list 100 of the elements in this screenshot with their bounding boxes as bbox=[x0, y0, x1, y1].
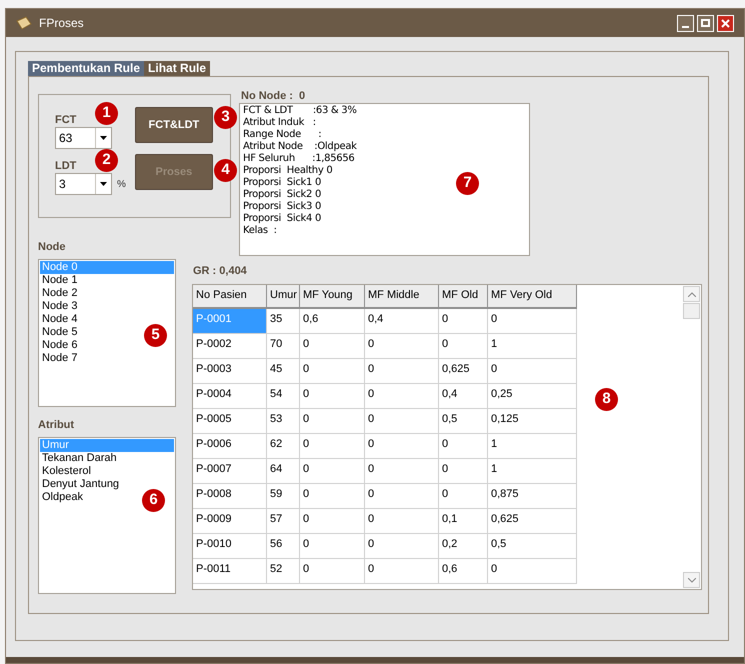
table-cell: P-0009 bbox=[193, 509, 267, 534]
table-cell: P-0005 bbox=[193, 409, 267, 434]
minimize-button[interactable] bbox=[677, 14, 694, 32]
table-cell: 0,4 bbox=[365, 309, 439, 334]
list-item[interactable]: Tekanan Darah bbox=[40, 452, 119, 465]
table-cell: 0 bbox=[300, 434, 365, 459]
table-cell: 62 bbox=[267, 434, 300, 459]
table-cell: 0,2 bbox=[439, 534, 488, 559]
table-cell: 70 bbox=[267, 334, 300, 359]
table-cell: 0,875 bbox=[488, 484, 577, 509]
table-cell: 0 bbox=[300, 409, 365, 434]
table-cell: 0 bbox=[300, 484, 365, 509]
table-cell: P-0001 bbox=[193, 309, 267, 334]
fct-label: FCT bbox=[55, 113, 76, 127]
table-cell: 54 bbox=[267, 384, 300, 409]
list-item[interactable]: Node 2 bbox=[40, 287, 80, 300]
table-cell: 0 bbox=[365, 409, 439, 434]
info-line: Atribut Node :Oldpeak bbox=[243, 141, 357, 153]
table-cell: 0 bbox=[439, 434, 488, 459]
scrollbar[interactable] bbox=[683, 285, 700, 589]
table-cell: 57 bbox=[267, 509, 300, 534]
node-label: Node bbox=[38, 240, 66, 254]
window-title: FProses bbox=[39, 15, 84, 32]
list-item[interactable]: Node 6 bbox=[40, 339, 80, 352]
list-item[interactable]: Node 5 bbox=[40, 326, 80, 339]
table-cell: 0 bbox=[300, 559, 365, 584]
table-cell: P-0006 bbox=[193, 434, 267, 459]
table-cell: P-0010 bbox=[193, 534, 267, 559]
table-cell: 0 bbox=[365, 559, 439, 584]
table-cell: 0 bbox=[365, 509, 439, 534]
table-cell: 0 bbox=[439, 309, 488, 334]
list-item[interactable]: Kolesterol bbox=[40, 465, 93, 478]
list-item[interactable]: Node 7 bbox=[40, 352, 80, 365]
maximize-button[interactable] bbox=[697, 14, 714, 32]
table-cell: P-0008 bbox=[193, 484, 267, 509]
scroll-thumb[interactable] bbox=[683, 303, 700, 319]
table-cell: 0 bbox=[488, 309, 577, 334]
action-button[interactable]: FCT&LDT bbox=[134, 107, 213, 143]
table-cell: 0,125 bbox=[488, 409, 577, 434]
list-item[interactable]: Oldpeak bbox=[40, 491, 85, 504]
table-cell: P-0002 bbox=[193, 334, 267, 359]
info-line: Kelas : bbox=[243, 225, 277, 237]
combo-box[interactable]: 63 bbox=[55, 127, 112, 149]
scroll-icon bbox=[16, 16, 32, 30]
attribute-label: Atribut bbox=[38, 418, 74, 432]
info-line: FCT & LDT :63 & 3% bbox=[243, 105, 357, 117]
column-header[interactable]: MF Middle bbox=[365, 285, 439, 309]
table-cell: 0,6 bbox=[300, 309, 365, 334]
table-cell: 0 bbox=[365, 334, 439, 359]
gr-label: GR : 0,404 bbox=[192, 264, 247, 278]
info-line: Proporsi Sick4 0 bbox=[243, 213, 322, 225]
combo-box[interactable]: 3 bbox=[55, 173, 112, 195]
column-header[interactable]: MF Young bbox=[300, 285, 365, 309]
table-cell: 0 bbox=[488, 559, 577, 584]
list-item[interactable]: Node 3 bbox=[40, 300, 80, 313]
column-header[interactable]: MF Very Old bbox=[488, 285, 577, 309]
table-cell: 0 bbox=[439, 484, 488, 509]
info-line: Proporsi Sick3 0 bbox=[243, 201, 322, 213]
table-cell: 0 bbox=[365, 434, 439, 459]
table-cell: 0 bbox=[300, 509, 365, 534]
close-icon bbox=[721, 18, 730, 28]
column-header[interactable]: MF Old bbox=[439, 285, 488, 309]
column-header[interactable]: No Pasien bbox=[193, 285, 267, 309]
tab[interactable]: Lihat Rule bbox=[144, 61, 210, 76]
table-cell: 0,1 bbox=[439, 509, 488, 534]
table-cell: P-0007 bbox=[193, 459, 267, 484]
table-cell: 0,4 bbox=[439, 384, 488, 409]
tab[interactable]: Pembentukan Rule bbox=[28, 61, 144, 76]
info-line: Atribut Induk : bbox=[243, 117, 316, 129]
maximize-icon bbox=[701, 19, 710, 27]
node-number-label: No Node : 0 bbox=[240, 89, 306, 103]
table-cell: 0 bbox=[365, 359, 439, 384]
info-line: Proporsi Sick1 0 bbox=[243, 177, 322, 189]
list-item[interactable]: Denyut Jantung bbox=[40, 478, 122, 491]
table-cell: 0 bbox=[365, 384, 439, 409]
table-cell: 0 bbox=[300, 384, 365, 409]
table-cell: 0 bbox=[365, 484, 439, 509]
table-cell: 64 bbox=[267, 459, 300, 484]
table-cell: 1 bbox=[488, 459, 577, 484]
list-item[interactable]: Node 1 bbox=[40, 274, 80, 287]
table-cell: 0,5 bbox=[488, 534, 577, 559]
table-cell: 0 bbox=[488, 359, 577, 384]
table-cell: 0 bbox=[300, 334, 365, 359]
column-header[interactable]: Umur bbox=[267, 285, 300, 309]
table-cell: 59 bbox=[267, 484, 300, 509]
table-cell: P-0003 bbox=[193, 359, 267, 384]
table-cell: 0,625 bbox=[488, 509, 577, 534]
minimize-icon bbox=[682, 26, 689, 28]
scroll-up-icon[interactable] bbox=[683, 286, 700, 302]
scroll-down-icon[interactable] bbox=[683, 572, 700, 588]
info-line: Proporsi Sick2 0 bbox=[243, 189, 322, 201]
close-button[interactable] bbox=[717, 14, 734, 32]
table-cell: 53 bbox=[267, 409, 300, 434]
info-line: Proporsi Healthy 0 bbox=[243, 165, 332, 177]
table-cell: 1 bbox=[488, 434, 577, 459]
info-line: HF Seluruh :1,85656 bbox=[243, 153, 354, 165]
list-item[interactable]: Node 4 bbox=[40, 313, 80, 326]
table-cell: 1 bbox=[488, 334, 577, 359]
table-cell: P-0004 bbox=[193, 384, 267, 409]
table-cell: 0 bbox=[365, 534, 439, 559]
